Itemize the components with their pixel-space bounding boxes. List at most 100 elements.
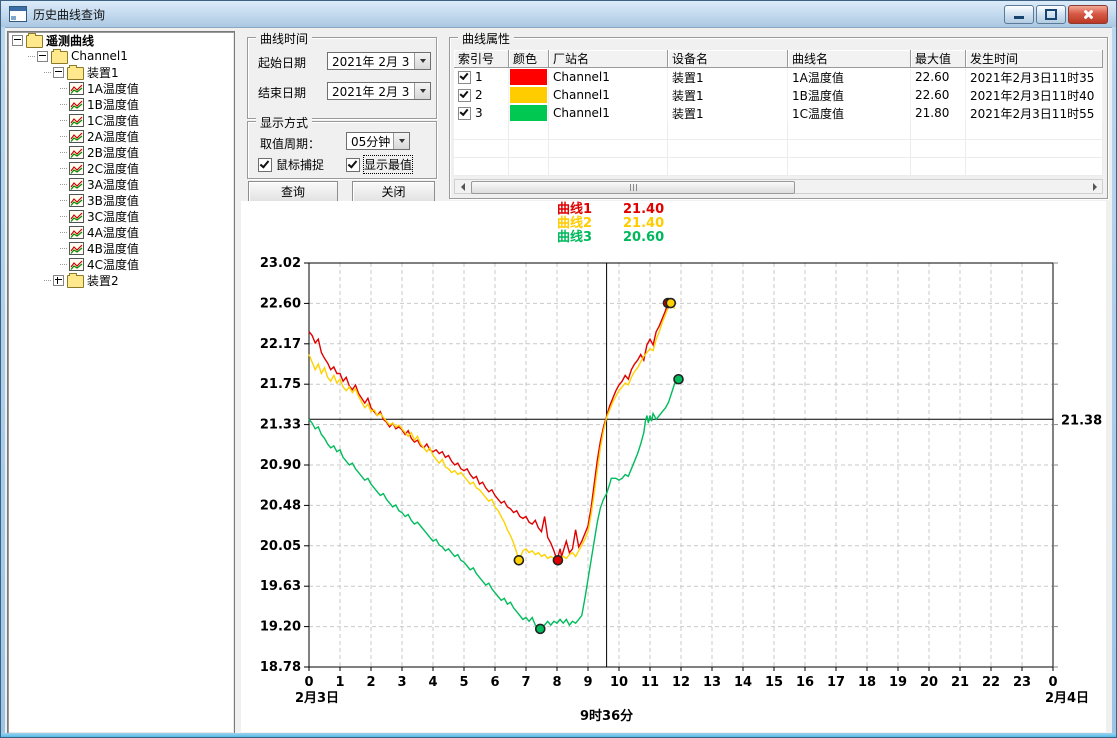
checkbox-icon[interactable] bbox=[458, 89, 471, 102]
scroll-right-icon[interactable] bbox=[1087, 180, 1102, 193]
tree-item-label: 2B温度值 bbox=[87, 144, 139, 161]
display-mode-group-title: 显示方式 bbox=[256, 114, 312, 131]
row-checkbox[interactable]: 3 bbox=[454, 104, 509, 122]
tree-item-label: 4A温度值 bbox=[87, 224, 139, 241]
window-frame bbox=[1112, 27, 1116, 737]
checkbox-icon[interactable] bbox=[458, 71, 471, 84]
folder-icon bbox=[26, 35, 43, 48]
column-header-曲线名[interactable]: 曲线名 bbox=[788, 50, 911, 68]
tree-item-label: 装置2 bbox=[87, 272, 119, 289]
tree-connector bbox=[60, 248, 67, 249]
x-axis-label: 2 bbox=[366, 675, 375, 690]
title-bar[interactable]: 历史曲线查询 bbox=[1, 1, 1116, 28]
collapse-icon[interactable] bbox=[53, 67, 64, 78]
x-axis-label: 12 bbox=[672, 675, 690, 690]
x-axis-label: 6 bbox=[490, 675, 499, 690]
x-axis-label: 14 bbox=[734, 675, 752, 690]
table-row[interactable]: 1Channel1装置11A温度值22.602021年2月3日11时35 bbox=[454, 68, 1103, 86]
restore-icon bbox=[1045, 9, 1057, 20]
tree-item-装置2[interactable]: 装置2 bbox=[8, 272, 234, 288]
end-date-select[interactable]: 2021年 2月 3 bbox=[327, 82, 431, 100]
table-empty-cell bbox=[454, 140, 509, 158]
curve-icon bbox=[69, 98, 84, 111]
collapse-icon[interactable] bbox=[37, 51, 48, 62]
tree-item-4A温度值[interactable]: 4A温度值 bbox=[8, 224, 234, 240]
tree-connector bbox=[60, 200, 67, 201]
tree-item-装置1[interactable]: 装置1 bbox=[8, 64, 234, 80]
y-axis-label: 20.90 bbox=[260, 458, 301, 473]
expand-icon[interactable] bbox=[53, 275, 64, 286]
end-date-label: 结束日期 bbox=[258, 84, 306, 101]
curve-icon bbox=[69, 114, 84, 127]
row-checkbox[interactable]: 2 bbox=[454, 86, 509, 104]
chart-panel: 曲线121.40曲线221.40曲线320.60 23.0222.6022.17… bbox=[241, 201, 1106, 732]
table-h-scrollbar[interactable] bbox=[454, 179, 1103, 194]
tree-item-2A温度值[interactable]: 2A温度值 bbox=[8, 128, 234, 144]
tree-item-1C温度值[interactable]: 1C温度值 bbox=[8, 112, 234, 128]
scroll-left-icon[interactable] bbox=[455, 180, 470, 193]
column-header-索引号[interactable]: 索引号 bbox=[454, 50, 509, 68]
table-cell: 2021年2月3日11时35 bbox=[966, 68, 1103, 86]
table-cell: Channel1 bbox=[549, 104, 668, 122]
tree-item-3B温度值[interactable]: 3B温度值 bbox=[8, 192, 234, 208]
table-row[interactable]: 2Channel1装置11B温度值22.602021年2月3日11时40 bbox=[454, 86, 1103, 104]
curve-icon bbox=[69, 242, 84, 255]
tree-connector bbox=[60, 104, 67, 105]
tree-item-4B温度值[interactable]: 4B温度值 bbox=[8, 240, 234, 256]
tree-item-Channel1[interactable]: Channel1 bbox=[8, 48, 234, 64]
curve-time-group-title: 曲线时间 bbox=[256, 30, 312, 47]
tree-item-1B温度值[interactable]: 1B温度值 bbox=[8, 96, 234, 112]
table-row[interactable]: 3Channel1装置11C温度值21.802021年2月3日11时55 bbox=[454, 104, 1103, 122]
curve-icon bbox=[69, 210, 84, 223]
table-empty-cell bbox=[668, 140, 788, 158]
history-curve-chart[interactable]: 23.0222.6022.1721.7521.3320.9020.4820.05… bbox=[241, 251, 1106, 732]
start-date-dropdown-icon[interactable] bbox=[414, 53, 430, 69]
x-axis-date-start: 2月3日 bbox=[295, 691, 339, 706]
mouse-capture-checkbox[interactable]: 鼠标捕捉 bbox=[258, 156, 324, 173]
minimize-button[interactable] bbox=[1004, 5, 1034, 24]
column-header-最大值[interactable]: 最大值 bbox=[911, 50, 966, 68]
column-header-设备名[interactable]: 设备名 bbox=[668, 50, 788, 68]
tree-item-3C温度值[interactable]: 3C温度值 bbox=[8, 208, 234, 224]
start-date-value: 2021年 2月 3 bbox=[328, 53, 414, 70]
tree-item-2B温度值[interactable]: 2B温度值 bbox=[8, 144, 234, 160]
close-button[interactable]: 关闭 bbox=[352, 181, 435, 202]
tree-item-1A温度值[interactable]: 1A温度值 bbox=[8, 80, 234, 96]
scrollbar-thumb[interactable] bbox=[471, 181, 795, 194]
y-axis-label: 19.20 bbox=[260, 620, 301, 635]
column-header-颜色[interactable]: 颜色 bbox=[509, 50, 549, 68]
tree-connector bbox=[44, 280, 51, 281]
show-extreme-checkbox[interactable]: 显示最值 bbox=[346, 156, 412, 173]
table-cell: 装置1 bbox=[668, 86, 788, 104]
readout-row: 曲线121.40 bbox=[557, 203, 664, 217]
color-swatch bbox=[509, 68, 549, 86]
tree-item-遥测曲线[interactable]: 遥测曲线 bbox=[8, 32, 234, 48]
crosshair-readout: 曲线121.40曲线221.40曲线320.60 bbox=[557, 203, 664, 245]
restore-button[interactable] bbox=[1036, 5, 1066, 24]
column-header-厂站名[interactable]: 厂站名 bbox=[549, 50, 668, 68]
end-date-dropdown-icon[interactable] bbox=[414, 83, 430, 99]
y-axis-label: 18.78 bbox=[260, 660, 301, 675]
table-cell: Channel1 bbox=[549, 68, 668, 86]
tree-item-2C温度值[interactable]: 2C温度值 bbox=[8, 160, 234, 176]
close-window-button[interactable] bbox=[1068, 5, 1108, 24]
table-cell: 2021年2月3日11时40 bbox=[966, 86, 1103, 104]
period-dropdown-icon[interactable] bbox=[393, 133, 409, 149]
table-cell: 1A温度值 bbox=[788, 68, 911, 86]
show-extreme-label: 显示最值 bbox=[364, 156, 412, 173]
tree-item-label: 3C温度值 bbox=[87, 208, 139, 225]
period-select[interactable]: 05分钟 bbox=[346, 132, 410, 150]
color-swatch bbox=[509, 86, 549, 104]
table-empty-cell bbox=[549, 122, 668, 140]
checkbox-icon[interactable] bbox=[458, 107, 471, 120]
row-checkbox[interactable]: 1 bbox=[454, 68, 509, 86]
collapse-icon[interactable] bbox=[12, 35, 23, 46]
tree-item-4C温度值[interactable]: 4C温度值 bbox=[8, 256, 234, 272]
curve-tree[interactable]: 遥测曲线Channel1装置11A温度值1B温度值1C温度值2A温度值2B温度值… bbox=[7, 31, 235, 734]
start-date-select[interactable]: 2021年 2月 3 bbox=[327, 52, 431, 70]
tree-item-label: Channel1 bbox=[71, 49, 128, 63]
column-header-发生时间[interactable]: 发生时间 bbox=[966, 50, 1103, 68]
tree-item-3A温度值[interactable]: 3A温度值 bbox=[8, 176, 234, 192]
curve-property-table[interactable]: 索引号颜色厂站名设备名曲线名最大值发生时间1Channel1装置11A温度值22… bbox=[454, 50, 1103, 176]
query-button[interactable]: 查询 bbox=[248, 181, 338, 202]
